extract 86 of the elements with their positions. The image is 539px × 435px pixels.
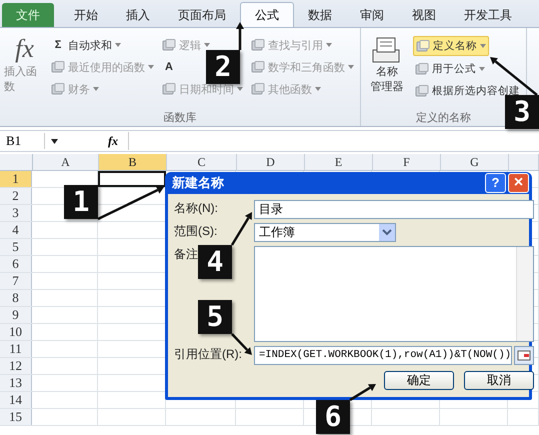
caret-icon [93,87,99,91]
caret-icon [115,43,121,47]
ribbon-tab[interactable]: 公式 [240,2,294,27]
selected-cell[interactable] [98,171,166,187]
ribbon-command[interactable]: A [160,58,178,76]
field-label: 引用位置(R): [174,346,242,363]
ribbon-tab[interactable]: 页面布局 [164,3,240,27]
ribbon-command[interactable]: 用于公式 [413,60,487,78]
caret-icon [315,87,321,91]
text-function-icon: A [162,61,176,73]
row-header[interactable]: 10 [0,324,32,340]
field-label: 范围(S): [174,223,218,240]
row-header[interactable]: 4 [0,222,32,238]
step-badge: 5 [198,300,232,334]
step-badge: 3 [505,95,539,129]
step-badge: 2 [206,50,240,84]
ok-button[interactable]: 确定 [384,371,454,390]
column-header[interactable]: E [305,154,373,170]
row-header[interactable]: 15 [0,409,32,425]
insert-function-icon[interactable]: fx [108,134,118,148]
caret-icon [148,65,154,69]
pointer-arrow [349,384,376,402]
ribbon-tab[interactable]: 审阅 [346,3,398,27]
ribbon-command[interactable]: Σ 自动求和 [49,36,123,54]
function-icon [251,38,265,52]
step-badge: 6 [316,400,350,434]
row-header[interactable]: 6 [0,256,32,272]
close-button[interactable]: × [508,173,529,193]
dialog-title: 新建名称 [172,174,225,192]
caret-icon [479,67,485,71]
function-icon [251,82,265,96]
pointer-arrow [236,22,244,50]
function-icon [251,60,265,74]
column-header[interactable]: C [167,154,237,170]
caret-icon [204,43,210,47]
step-badge: 4 [198,245,232,279]
row-header[interactable]: 7 [0,273,32,289]
row-header[interactable]: 3 [0,205,32,221]
file-tab[interactable]: 文件 [2,3,54,27]
row-header[interactable]: 9 [0,307,32,323]
column-header[interactable]: F [373,154,441,170]
function-icon [51,82,65,96]
row-header[interactable]: 14 [0,392,32,408]
ribbon-command[interactable]: 定义名称 [413,36,489,56]
row-header[interactable]: 13 [0,375,32,391]
pointer-arrow [97,186,164,220]
row-header[interactable]: 1 [0,171,32,187]
row-header[interactable]: 2 [0,188,32,204]
column-header[interactable]: D [237,154,305,170]
ribbon-tab[interactable]: 插入 [112,3,164,27]
row-header[interactable]: 12 [0,358,32,374]
scope-dropdown[interactable]: 工作簿 [254,223,396,242]
function-icon [51,60,65,74]
insert-function-button[interactable]: fx 插入函数 [4,30,45,110]
pointer-arrow [230,212,252,246]
caret-icon [348,65,354,69]
row-header[interactable]: 8 [0,290,32,306]
group-label: 定义的名称 [416,112,471,124]
sigma-icon: Σ [51,39,65,51]
caret-icon [326,43,332,47]
name-field[interactable]: 目录 [254,200,534,219]
ribbon-tab[interactable]: 开始 [60,3,112,27]
step-badge: 1 [64,185,98,219]
dropdown-icon[interactable] [51,138,58,144]
reference-field[interactable]: =INDEX(GET.WORKBOOK(1),row(A1))&T(NOW()) [254,346,512,365]
row-header[interactable]: 11 [0,341,32,357]
name-box[interactable]: B1 [0,133,45,149]
help-button[interactable]: ? [485,173,506,193]
field-label: 备注 [174,246,198,263]
function-icon [162,38,176,52]
ribbon-tab[interactable]: 开发工具 [450,3,526,27]
cancel-button[interactable]: 取消 [464,371,534,390]
comment-field[interactable] [254,246,534,342]
range-picker-icon[interactable] [514,346,534,365]
column-header[interactable]: G [441,154,509,170]
caret-icon [480,44,486,48]
name-manager-button[interactable]: 名称 管理器 [365,30,409,110]
row-header[interactable]: 5 [0,239,32,255]
caret-icon [237,87,243,91]
field-label: 名称(N): [174,200,218,217]
function-icon [162,82,176,96]
chevron-down-icon [379,224,395,241]
group-label: 函数库 [164,112,196,124]
column-header[interactable]: B [99,154,167,170]
ribbon-tab[interactable]: 数据 [294,3,346,27]
ribbon-tab[interactable]: 视图 [398,3,450,27]
